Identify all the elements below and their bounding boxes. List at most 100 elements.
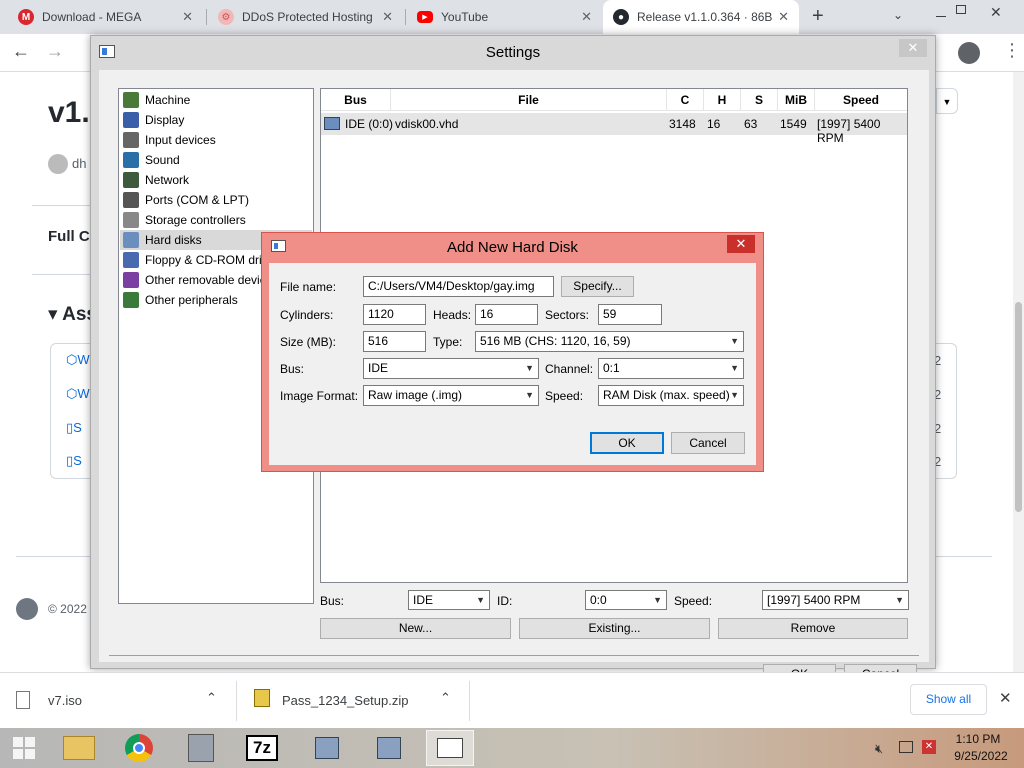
menu-kebab-icon[interactable]: ⋮ (1003, 40, 1021, 61)
remove-disk-button[interactable]: Remove (718, 618, 908, 639)
github-logo-icon[interactable] (16, 598, 38, 620)
chevron-down-icon: ▼ (476, 595, 485, 605)
id-label: ID: (497, 594, 513, 608)
start-windows-icon[interactable] (0, 730, 48, 766)
sound-icon (123, 152, 139, 168)
chevron-up-icon[interactable]: ⌃ (206, 690, 217, 706)
chevron-up-icon[interactable]: ⌃ (440, 690, 451, 706)
tab-close-icon[interactable]: ✕ (382, 9, 393, 25)
sectors-label: Sectors: (545, 308, 590, 322)
minimize-icon[interactable] (936, 16, 946, 17)
tab-youtube[interactable]: ▶ YouTube ✕ (407, 0, 602, 34)
close-downloads-icon[interactable]: ✕ (999, 689, 1012, 707)
type-select[interactable]: 516 MB (CHS: 1120, 16, 59) ▼ (475, 331, 744, 352)
author-name[interactable]: dh (72, 156, 86, 171)
tab-close-icon[interactable]: ✕ (581, 9, 592, 25)
seven-zip-icon[interactable]: 7z (238, 730, 286, 766)
tree-item-other-removable[interactable]: Other removable devic (123, 270, 266, 290)
tree-item-ports[interactable]: Ports (COM & LPT) (123, 190, 249, 210)
column-header[interactable]: H (704, 89, 741, 111)
window-close-icon[interactable]: ✕ (990, 4, 1002, 21)
avatar (48, 154, 68, 174)
restore-icon[interactable] (956, 5, 966, 14)
asset-link[interactable]: ⬡W (66, 352, 90, 368)
back-arrow-icon[interactable]: ← (12, 41, 30, 62)
tab-mega[interactable]: M Download - MEGA ✕ (8, 0, 203, 34)
channel-select[interactable]: 0:1 ▼ (598, 358, 744, 379)
column-header[interactable]: Bus (321, 89, 391, 111)
tree-item-input-devices[interactable]: Input devices (123, 130, 216, 150)
emulator-icon[interactable] (365, 730, 413, 766)
asset-link[interactable]: ▯S (66, 453, 82, 469)
column-header[interactable]: File (391, 89, 667, 111)
full-changelog-link[interactable]: Full C (48, 228, 90, 245)
column-header[interactable]: MiB (778, 89, 815, 111)
dialog-cancel-button[interactable]: Cancel (671, 432, 745, 454)
show-all-button[interactable]: Show all (910, 684, 987, 715)
image-format-select[interactable]: Raw image (.img) ▼ (363, 385, 539, 406)
tree-item-display[interactable]: Display (123, 110, 184, 130)
clock-date[interactable]: 9/25/2022 (946, 749, 1016, 763)
tab-close-icon[interactable]: ✕ (778, 9, 789, 25)
forward-arrow-icon[interactable]: → (46, 41, 64, 62)
settings-close-button[interactable]: ✕ (899, 39, 927, 57)
network-icon[interactable] (899, 741, 913, 753)
file-name-field[interactable]: C:/Users/VM4/Desktop/gay.img (363, 276, 554, 297)
tab-search-chevron-icon[interactable]: ⌄ (893, 8, 903, 22)
download-item-name[interactable]: Pass_1234_Setup.zip (282, 693, 408, 708)
chrome-icon[interactable] (115, 730, 163, 766)
tab-ddos[interactable]: ⚙ DDoS Protected Hosting ✕ (208, 0, 403, 34)
tree-item-machine[interactable]: Machine (123, 90, 190, 110)
speed-select[interactable]: RAM Disk (max. speed) ▼ (598, 385, 744, 406)
settings-window-taskbar-icon[interactable] (426, 730, 474, 766)
tab-close-icon[interactable]: ✕ (182, 9, 193, 25)
asset-link[interactable]: ▯S (66, 420, 82, 436)
emulator-icon[interactable] (303, 730, 351, 766)
dialog-title: Add New Hard Disk (447, 239, 578, 256)
release-dropdown-chevron-icon[interactable]: ▼ (936, 88, 958, 114)
download-item-name[interactable]: v7.iso (48, 693, 82, 708)
installer-icon[interactable] (177, 730, 225, 766)
bus-select[interactable]: IDE ▼ (408, 590, 490, 610)
specify-button[interactable]: Specify... (561, 276, 634, 297)
tab-title: DDoS Protected Hosting (242, 10, 373, 24)
asset-link[interactable]: ⬡W (66, 386, 90, 402)
action-center-flag-icon[interactable]: ✕ (922, 740, 936, 754)
file-explorer-icon[interactable] (55, 730, 103, 766)
cylinders-field[interactable]: 1120 (363, 304, 426, 325)
tree-item-floppy-cdrom[interactable]: Floppy & CD-ROM dri (123, 250, 262, 270)
machine-icon (123, 92, 139, 108)
github-icon: ● (613, 9, 629, 25)
dialog-close-button[interactable]: ✕ (727, 235, 755, 253)
chevron-down-icon: ▼ (730, 363, 739, 373)
page-scrollbar[interactable] (1013, 72, 1024, 672)
bus-label: Bus: (320, 594, 345, 608)
size-field[interactable]: 516 (363, 331, 426, 352)
id-select[interactable]: 0:0 ▼ (585, 590, 667, 610)
new-disk-button[interactable]: New... (320, 618, 511, 639)
bus-select[interactable]: IDE ▼ (363, 358, 539, 379)
existing-disk-button[interactable]: Existing... (519, 618, 710, 639)
tree-item-network[interactable]: Network (123, 170, 189, 190)
peripherals-icon (123, 292, 139, 308)
column-header[interactable]: C (667, 89, 704, 111)
sectors-field[interactable]: 59 (598, 304, 662, 325)
chevron-down-icon: ▼ (525, 363, 534, 373)
heads-field[interactable]: 16 (475, 304, 538, 325)
new-tab-button[interactable]: + (812, 5, 824, 28)
tree-item-storage-controllers[interactable]: Storage controllers (123, 210, 246, 230)
table-row[interactable]: IDE (0:0) vdisk00.vhd 3148 16 63 1549 [1… (321, 113, 907, 145)
speed-select[interactable]: [1997] 5400 RPM ▼ (762, 590, 909, 610)
floppy-icon (123, 252, 139, 268)
tree-item-other-peripherals[interactable]: Other peripherals (123, 290, 238, 310)
tree-item-sound[interactable]: Sound (123, 150, 180, 170)
column-header[interactable]: S (741, 89, 778, 111)
profile-avatar[interactable] (958, 42, 980, 64)
tab-github-release[interactable]: ● Release v1.1.0.364 · 86Bo ✕ (603, 0, 799, 34)
zip-file-icon (254, 689, 270, 707)
package-icon: ⬡ (66, 352, 78, 367)
column-header[interactable]: Speed (815, 89, 907, 111)
clock-time[interactable]: 1:10 PM (946, 732, 1010, 746)
dialog-ok-button[interactable]: OK (590, 432, 664, 454)
volume-muted-icon[interactable]: 🔇︎ (875, 741, 883, 757)
